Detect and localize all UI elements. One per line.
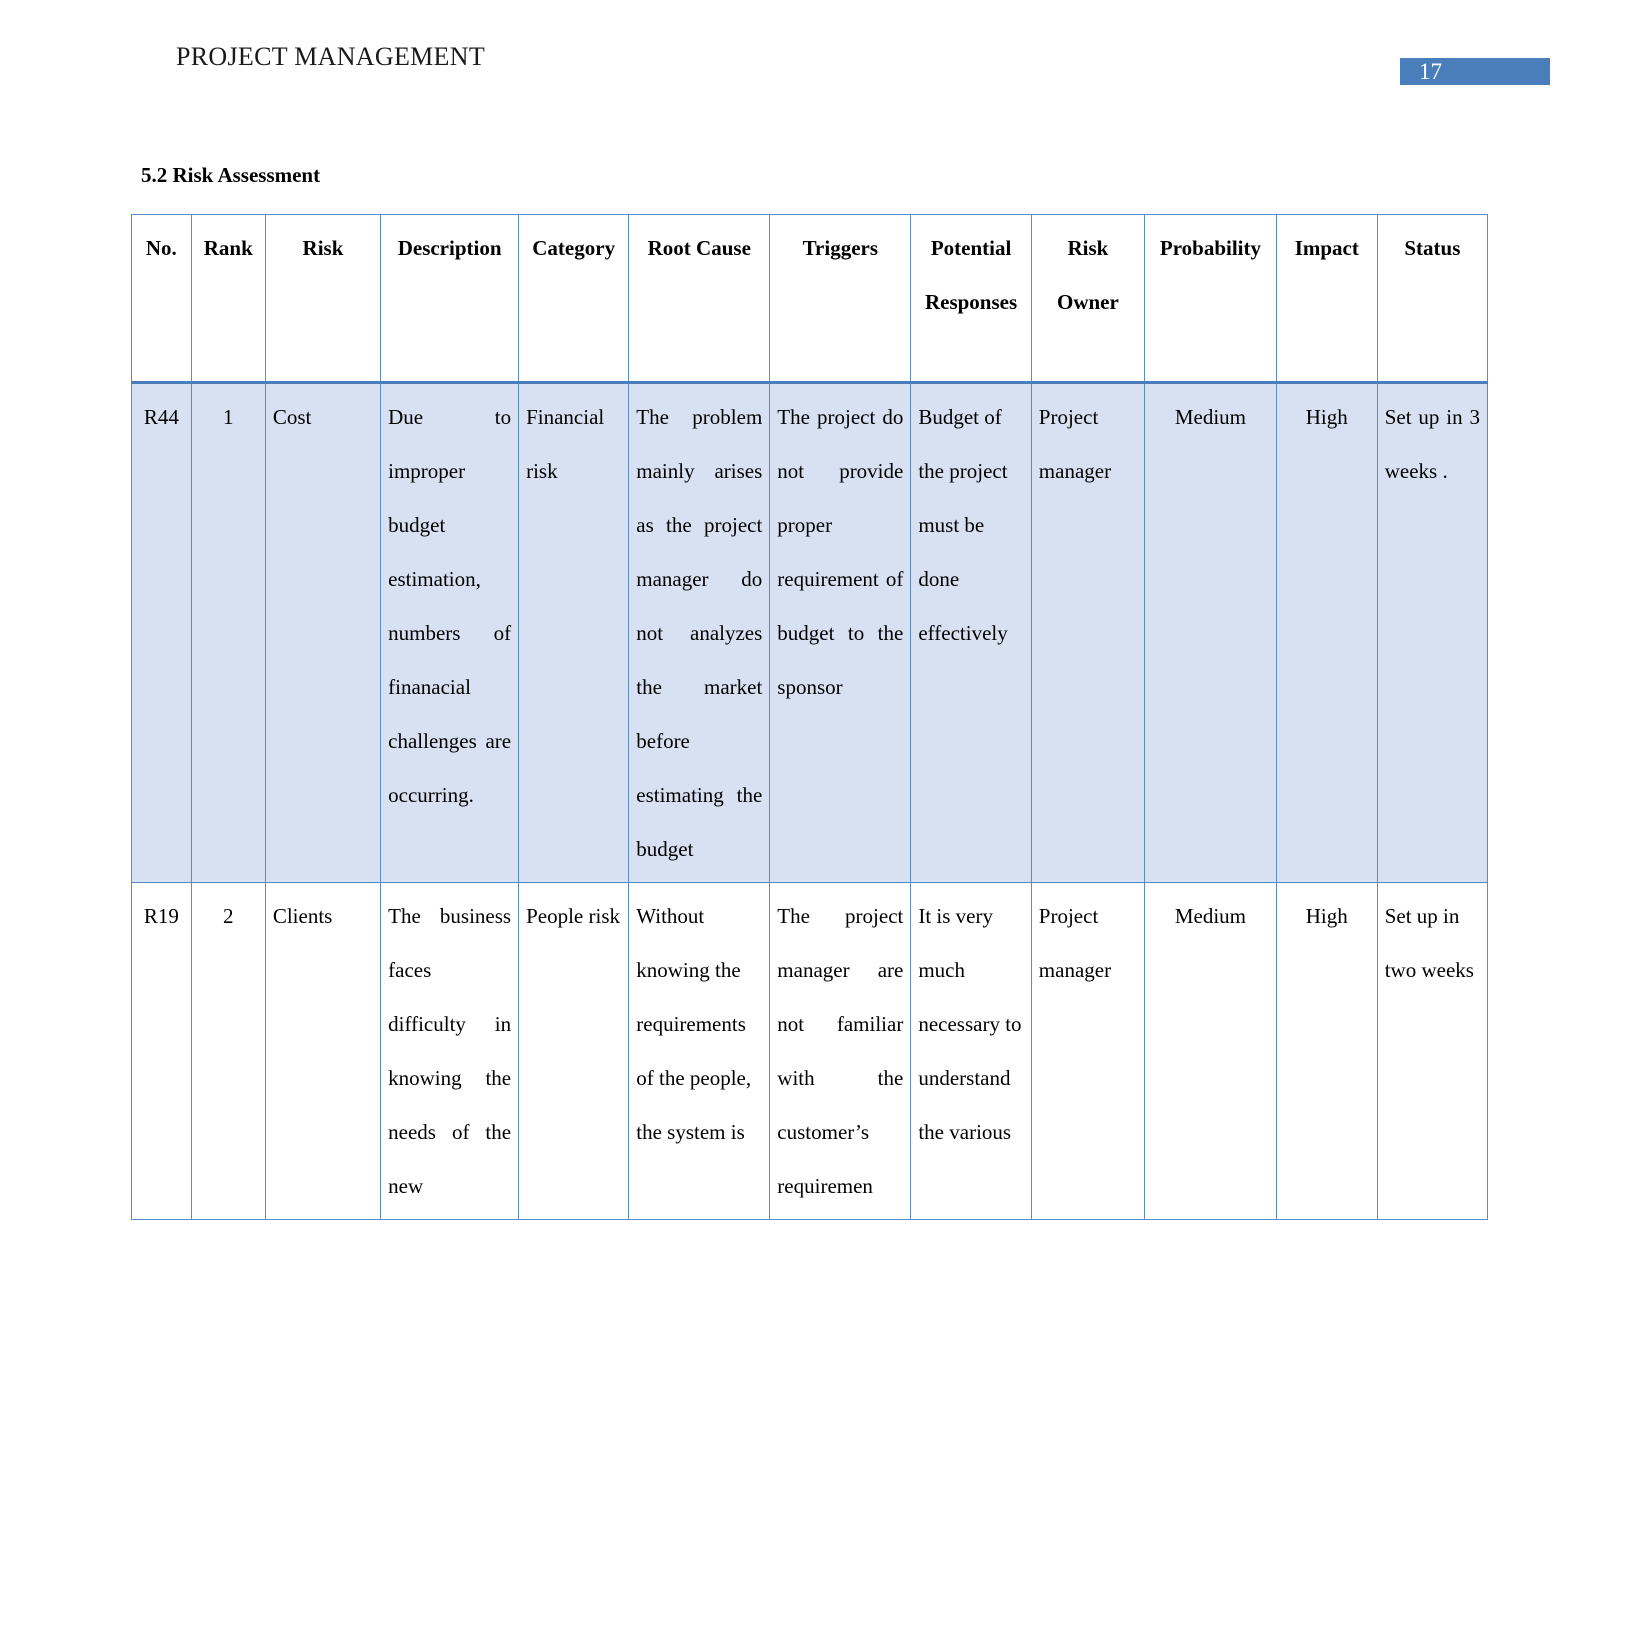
cell-status: Set up in 3 weeks . (1376, 382, 1489, 883)
cell-risk: Cost (264, 382, 382, 883)
cell-risk: Clients (264, 882, 382, 1220)
cell-potential-responses: Budget of the project must be done effec… (910, 382, 1032, 883)
cell-impact: High (1275, 382, 1378, 883)
cell-description: The business faces difficulty in knowing… (380, 882, 520, 1220)
table-body: R44 1 Cost Due to improper budget estima… (131, 382, 1489, 1220)
column-header-description: Description (380, 214, 520, 384)
page-canvas: PROJECT MANAGEMENT 17 5.2 Risk Assessmen… (0, 0, 1650, 1404)
running-header-title: PROJECT MANAGEMENT (176, 42, 485, 71)
cell-root-cause: The problem mainly arises as the project… (628, 382, 771, 883)
column-header-impact: Impact (1275, 214, 1378, 384)
table-row: R44 1 Cost Due to improper budget estima… (131, 382, 1489, 883)
column-header-status: Status (1376, 214, 1489, 384)
column-header-category: Category (518, 214, 630, 384)
column-header-rank: Rank (190, 214, 266, 384)
page-header: PROJECT MANAGEMENT 17 (0, 0, 1650, 110)
cell-probability: Medium (1144, 382, 1277, 883)
table-row: R19 2 Clients The business faces difficu… (131, 882, 1489, 1220)
cell-description: Due to improper budget estimation, numbe… (380, 382, 520, 883)
cell-rank: 1 (190, 382, 266, 883)
cell-status: Set up in two weeks (1376, 882, 1489, 1220)
column-header-risk-owner: Risk Owner (1030, 214, 1146, 384)
cell-risk-owner: Project manager (1030, 882, 1146, 1220)
column-header-triggers: Triggers (769, 214, 912, 384)
column-header-root-cause: Root Cause (628, 214, 771, 384)
cell-impact: High (1275, 882, 1378, 1220)
cell-probability: Medium (1144, 882, 1277, 1220)
risk-assessment-table-wrapper: No. Rank Risk Description Category Root … (131, 214, 1489, 1220)
column-header-probability: Probability (1144, 214, 1277, 384)
cell-root-cause: Without knowing the requirements of the … (628, 882, 771, 1220)
cell-triggers: The project manager are not familiar wit… (769, 882, 912, 1220)
cell-potential-responses: It is very much necessary to understand … (910, 882, 1032, 1220)
section-heading: 5.2 Risk Assessment (141, 163, 321, 187)
column-header-risk: Risk (264, 214, 382, 384)
table-header-row: No. Rank Risk Description Category Root … (131, 214, 1489, 384)
column-header-potential-responses: Potential Responses (910, 214, 1032, 384)
cell-no: R19 (131, 882, 192, 1220)
risk-assessment-table: No. Rank Risk Description Category Root … (131, 214, 1489, 1220)
page-number-text: 17 (1419, 59, 1442, 84)
cell-triggers: The project do not provide proper requir… (769, 382, 912, 883)
column-header-no: No. (131, 214, 192, 384)
cell-category: Financial risk (518, 382, 630, 883)
cell-risk-owner: Project manager (1030, 382, 1146, 883)
cell-category: People risk (518, 882, 630, 1220)
cell-rank: 2 (190, 882, 266, 1220)
cell-no: R44 (131, 382, 192, 883)
